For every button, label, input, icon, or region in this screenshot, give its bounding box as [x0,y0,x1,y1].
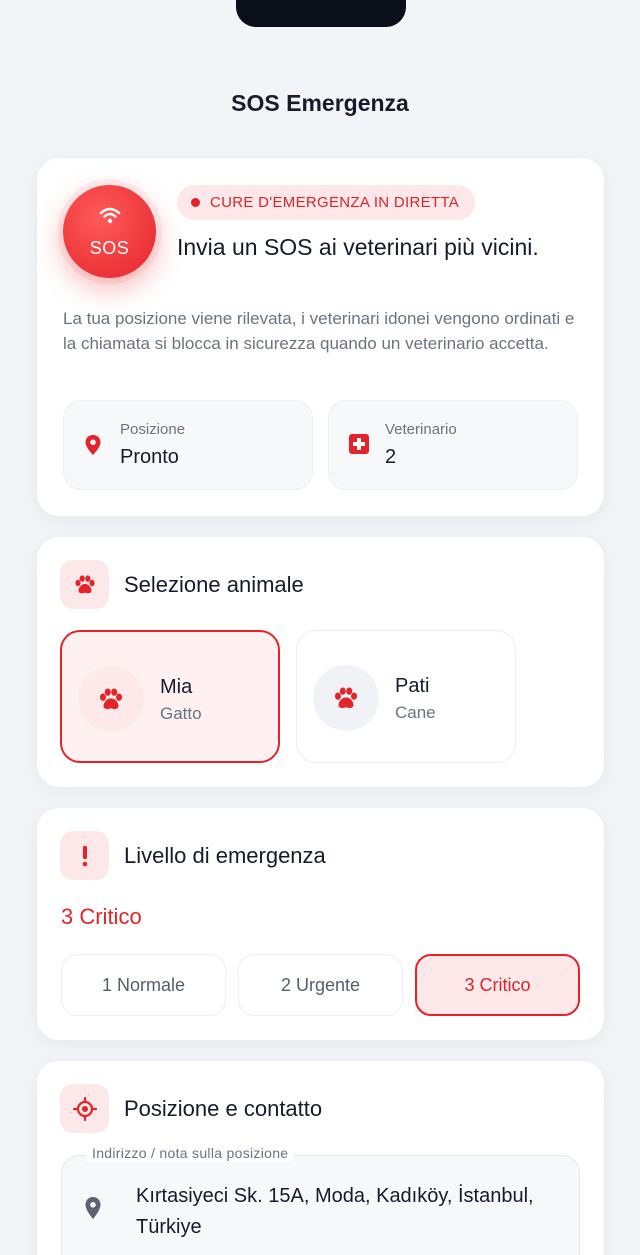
location-status-box: Posizione Pronto [63,400,313,490]
location-contact-title: Posizione e contatto [124,1096,323,1121]
location-status-value: Pronto [120,446,179,468]
pet-option-mia[interactable]: Mia Gatto [60,630,280,763]
map-pin-icon [85,1197,101,1219]
signal-icon [99,207,121,224]
pet-kind: Cane [395,703,436,722]
live-dot-icon [191,198,200,207]
pet-option-pati[interactable]: Pati Cane [296,630,516,763]
sos-button[interactable]: SOS [63,185,156,278]
level-option-critical[interactable]: 3 Critico [415,954,580,1016]
live-care-badge: CURE D'EMERGENZA IN DIRETTA [177,185,476,220]
address-field-label: Indirizzo / nota sulla posizione [86,1145,295,1161]
pet-selection-title: Selezione animale [124,572,304,597]
medical-cross-icon [349,434,369,454]
current-level-label: 3 Critico [61,904,142,929]
sos-button-label: SOS [89,238,130,258]
level-option-normal[interactable]: 1 Normale [61,954,226,1016]
address-field-value: Kırtasiyeci Sk. 15A, Moda, Kadıköy, İsta… [136,1185,534,1238]
page-title: SOS Emergenza [231,90,409,116]
emergency-level-title: Livello di emergenza [124,843,326,868]
location-status-label: Posizione [120,421,186,438]
pet-name: Pati [395,675,430,697]
pet-kind: Gatto [160,704,202,723]
vet-count-value: 2 [385,446,397,468]
sos-description: La tua posizione viene rilevata, i veter… [63,309,575,353]
exclamation-icon [60,831,109,880]
pet-paw-icon [313,665,379,731]
paw-icon [60,560,109,609]
vet-count-label: Veterinario [385,421,457,438]
address-field[interactable]: Indirizzo / nota sulla posizione Kırtasi… [61,1145,580,1255]
location-contact-card: Posizione e contatto Indirizzo / nota su… [37,1061,604,1255]
pet-selection-card: Selezione animale Mia Gatto Pati Cane [37,537,604,787]
vet-count-box: Veterinario 2 [328,400,578,490]
pet-paw-icon [78,666,144,732]
live-care-badge-label: CURE D'EMERGENZA IN DIRETTA [210,194,460,211]
device-notch [236,0,406,27]
sos-headline: Invia un SOS ai veterinari più vicini. [177,234,539,260]
location-pin-icon [85,435,101,455]
target-location-icon [60,1084,109,1133]
level-option-urgent[interactable]: 2 Urgente [238,954,403,1016]
pet-name: Mia [160,676,193,698]
sos-card: SOS CURE D'EMERGENZA IN DIRETTA Invia un… [37,158,604,516]
emergency-level-card: Livello di emergenza 3 Critico 1 Normale… [37,808,604,1040]
